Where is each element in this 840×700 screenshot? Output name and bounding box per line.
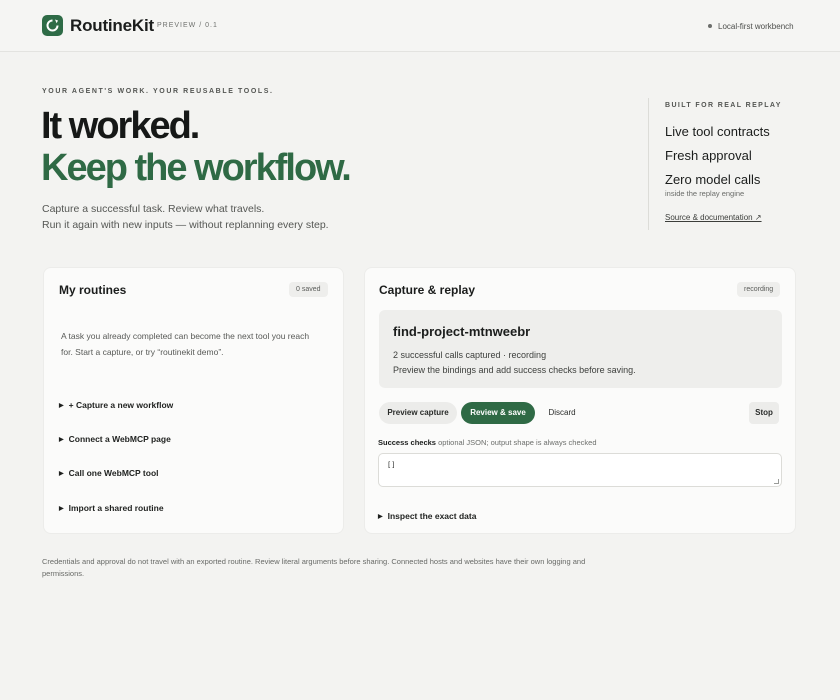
resize-grip-icon[interactable]: [774, 479, 779, 484]
top-bar: RoutineKit PREVIEW / 0.1 Local-first wor…: [0, 0, 840, 52]
caret-right-icon: ▶: [59, 403, 64, 409]
success-checks-input[interactable]: []: [378, 453, 782, 487]
checks-label-hint: optional JSON; output shape is always ch…: [438, 438, 597, 447]
captured-routine-summary: find-project-mtnweebr 2 successful calls…: [379, 310, 782, 388]
feature-item-sub: inside the replay engine: [665, 189, 745, 198]
logo-icon: [42, 15, 63, 36]
inspect-data-expander[interactable]: ▶ Inspect the exact data: [378, 511, 476, 521]
status-dot-icon: [708, 24, 712, 28]
feature-aside: BUILT FOR REAL REPLAY Live tool contract…: [648, 98, 808, 230]
hero-eyebrow: YOUR AGENT'S WORK. YOUR REUSABLE TOOLS.: [42, 88, 274, 95]
feature-item: Zero model calls: [665, 172, 761, 187]
hero-headline-accent: Keep the workflow.: [41, 147, 352, 189]
footer-note: Credentials and approval do not travel w…: [42, 557, 586, 578]
import-routine-expander[interactable]: ▶ Import a shared routine: [59, 503, 164, 513]
caret-right-icon: ▶: [378, 514, 383, 520]
routine-name: find-project-mtnweebr: [393, 324, 531, 339]
success-checks-label: Success checks optional JSON; output sha…: [378, 438, 597, 447]
empty-line: A task you already completed can become …: [61, 331, 310, 341]
expander-label: + Capture a new workflow: [68, 400, 174, 410]
caret-right-icon: ▶: [59, 437, 64, 443]
caret-right-icon: ▶: [59, 471, 64, 477]
capture-summary: 2 successful calls captured · recording: [393, 350, 547, 360]
feature-item: Fresh approval: [665, 148, 752, 163]
expander-label: Inspect the exact data: [387, 511, 477, 521]
routines-count-badge: 0 saved: [289, 282, 328, 297]
capture-hint: Preview the bindings and add success che…: [393, 365, 636, 375]
source-docs-link[interactable]: Source & documentation ↗: [665, 213, 762, 222]
checks-label-title: Success checks: [378, 438, 436, 447]
preview-capture-button[interactable]: Preview capture: [379, 402, 457, 424]
status-text: Local-first workbench: [718, 22, 794, 31]
routines-card: My routines 0 saved A task you already c…: [43, 267, 344, 534]
caret-right-icon: ▶: [59, 506, 64, 512]
connect-webmcp-expander[interactable]: ▶ Connect a WebMCP page: [59, 434, 171, 444]
call-webmcp-tool-expander[interactable]: ▶ Call one WebMCP tool: [59, 468, 159, 478]
stop-button[interactable]: Stop: [749, 402, 779, 424]
empty-line: for. Start a capture, or try “routinekit…: [61, 347, 224, 357]
expander-label: Connect a WebMCP page: [68, 434, 171, 444]
aside-eyebrow: BUILT FOR REAL REPLAY: [665, 102, 782, 109]
recording-status-badge: recording: [737, 282, 781, 297]
hero-headline: It worked.: [41, 105, 200, 147]
routines-empty-text: A task you already completed can become …: [61, 328, 331, 360]
version-tag: PREVIEW / 0.1: [157, 22, 218, 29]
hero-intro-line: Run it again with new inputs — without r…: [42, 219, 329, 231]
review-save-button[interactable]: Review & save: [461, 402, 535, 424]
hero-intro-line: Capture a successful task. Review what t…: [42, 203, 265, 215]
capture-card: Capture & replay recording find-project-…: [364, 267, 796, 534]
feature-item: Live tool contracts: [665, 124, 770, 139]
capture-title: Capture & replay: [379, 283, 476, 297]
expander-label: Call one WebMCP tool: [68, 468, 159, 478]
hero-intro: Capture a successful task. Review what t…: [42, 201, 329, 233]
discard-button[interactable]: Discard: [541, 402, 583, 424]
routines-title: My routines: [59, 283, 127, 297]
capture-new-workflow-expander[interactable]: ▶ + Capture a new workflow: [59, 400, 173, 410]
expander-label: Import a shared routine: [68, 503, 164, 513]
brand-name: RoutineKit: [70, 16, 154, 35]
